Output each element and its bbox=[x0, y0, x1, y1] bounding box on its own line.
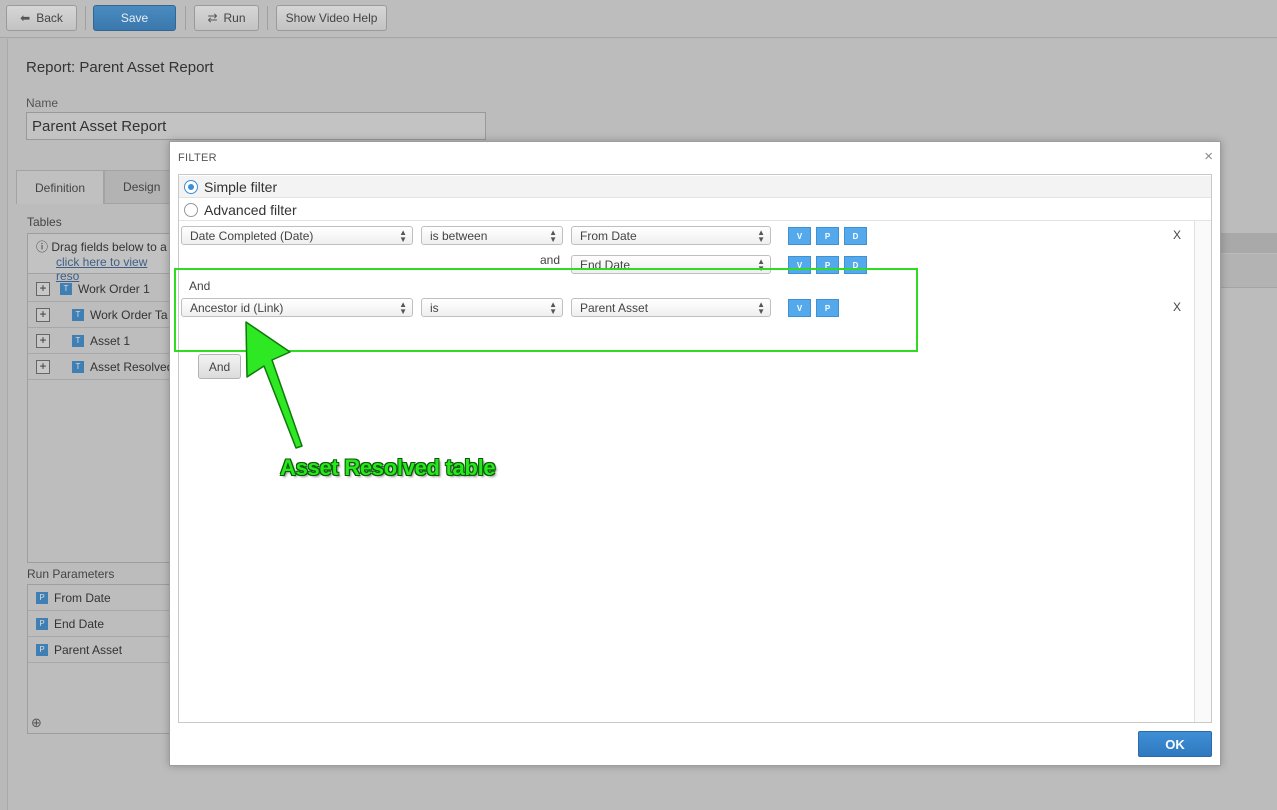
annotation-caption: Asset Resolved table bbox=[280, 455, 496, 480]
annotation-arrow bbox=[245, 321, 303, 449]
